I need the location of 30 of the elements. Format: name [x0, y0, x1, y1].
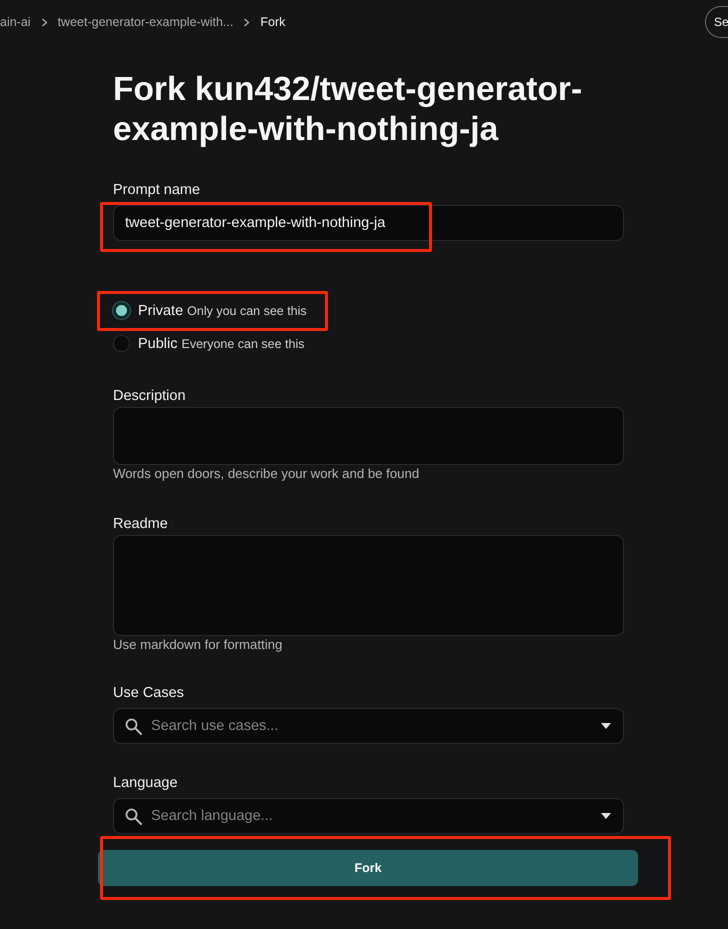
breadcrumb-current: Fork [260, 14, 286, 31]
caret-icon [601, 813, 611, 819]
caret-icon [601, 723, 611, 729]
breadcrumb-link[interactable]: ain-ai [0, 12, 31, 32]
field-label: Description [113, 387, 187, 406]
search-field[interactable]: Search language... [113, 798, 624, 834]
option-hint: Only you can see this [187, 304, 307, 318]
breadcrumb-link[interactable]: tweet-generator-example-with... [58, 12, 234, 32]
search-icon [125, 808, 142, 824]
helper-text: Use markdown for formatting [113, 636, 284, 654]
helper-text: Words open doors, describe your work and be found [113, 465, 420, 483]
description-field[interactable] [113, 407, 624, 465]
header-button[interactable]: Se [705, 6, 728, 38]
field-label: Language [113, 774, 179, 793]
option-label: Private [138, 302, 184, 318]
radio-button[interactable] [113, 335, 130, 352]
field-label: Use Cases [113, 684, 185, 703]
prompt-name-field[interactable]: tweet-generator-example-with-nothing-ja [113, 205, 624, 241]
option-label: Public [138, 336, 178, 352]
chevron-icon [40, 18, 48, 26]
page-title: Fork kun432/tweet-generator-example-with-nothing-ja [113, 70, 584, 150]
radio-button[interactable] [113, 302, 130, 319]
chevron-icon [243, 18, 250, 26]
readme-field[interactable] [113, 535, 624, 636]
field-label: Readme [113, 515, 169, 534]
field-label: Prompt name [113, 181, 202, 200]
option-hint: Everyone can see this [182, 336, 304, 350]
search-field[interactable]: Search use cases... [113, 708, 624, 744]
search-icon [125, 718, 142, 734]
fork-button[interactable]: Fork [98, 850, 638, 886]
